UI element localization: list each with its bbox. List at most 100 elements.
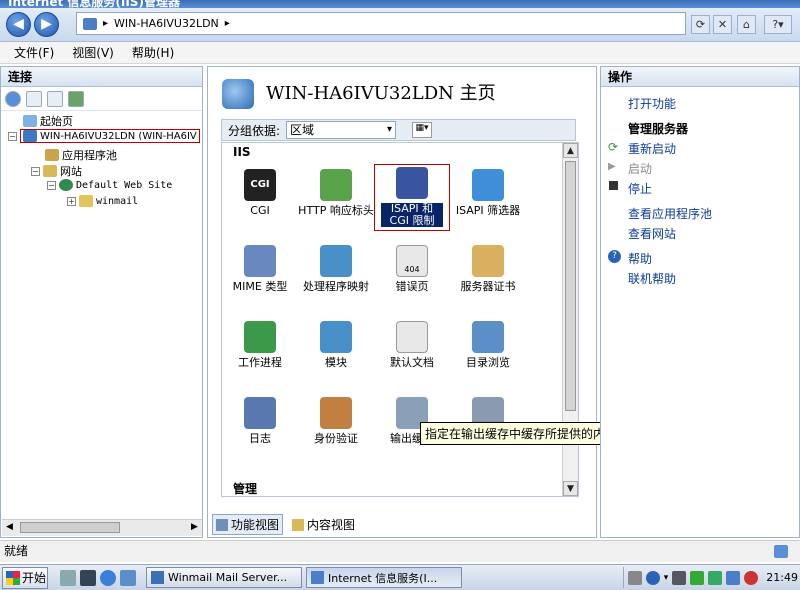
address-box[interactable]: ▸ WIN-HA6IVU32LDN ▸: [76, 12, 686, 35]
server-node-highlight: WIN-HA6IVU32LDN (WIN-HA6IV: [20, 129, 200, 143]
task-iis[interactable]: Internet 信息服务(I...: [306, 567, 462, 588]
feature-item[interactable]: 处理程序映射: [298, 245, 374, 293]
menu-help[interactable]: 帮助(H): [132, 44, 174, 61]
iis-icon: [311, 571, 324, 584]
task-label: Winmail Mail Server...: [168, 571, 288, 584]
tab-content-view[interactable]: 内容视图: [289, 514, 358, 535]
feature-label: 模块: [325, 356, 347, 369]
feature-label: MIME 类型: [232, 280, 288, 293]
feature-item[interactable]: 模块: [298, 321, 374, 369]
show-desktop-icon[interactable]: [80, 569, 96, 586]
feature-label: 身份验证: [314, 432, 358, 445]
collapse-icon[interactable]: −: [31, 166, 40, 176]
system-tray: ▾ 21:49: [622, 567, 798, 588]
tray-expand-icon[interactable]: ▾: [664, 573, 669, 583]
feature-item[interactable]: MIME 类型: [222, 245, 298, 293]
status-bar: 就绪: [0, 540, 800, 562]
view-app-pools-link[interactable]: 查看应用程序池: [628, 205, 712, 222]
feature-item[interactable]: 工作进程: [222, 321, 298, 369]
isapi-cgi-icon: [396, 167, 428, 199]
restart-icon: ⟳: [608, 140, 619, 154]
scroll-up-icon[interactable]: ▲: [563, 143, 578, 158]
server-manager-icon[interactable]: [60, 569, 76, 586]
ie-icon[interactable]: [100, 569, 116, 586]
feature-label: 处理程序映射: [303, 280, 369, 293]
mime-icon: [244, 245, 276, 277]
back-button[interactable]: ◀: [6, 12, 31, 37]
expand-icon[interactable]: +: [67, 196, 76, 206]
scroll-down-icon[interactable]: ▼: [563, 481, 578, 496]
tree-winmail[interactable]: + winmail: [67, 195, 138, 207]
menu-file[interactable]: 文件(F): [14, 44, 54, 61]
feature-item[interactable]: CGI CGI: [222, 169, 298, 217]
feature-item[interactable]: 服务器证书: [450, 245, 526, 293]
help-link[interactable]: 帮助: [628, 250, 652, 267]
task-winmail[interactable]: Winmail Mail Server...: [146, 567, 302, 588]
tree-label: winmail: [96, 195, 139, 207]
view-sites-link[interactable]: 查看网站: [628, 225, 676, 242]
refresh-icon[interactable]: ⟳: [691, 15, 710, 34]
help-tray-icon[interactable]: [645, 570, 660, 585]
network-tray-icon[interactable]: [726, 570, 741, 585]
tree-label: 应用程序池: [62, 149, 117, 162]
status-text: 就绪: [4, 544, 29, 558]
worker-process-icon: [244, 321, 276, 353]
breadcrumb-server[interactable]: WIN-HA6IVU32LDN: [114, 17, 219, 30]
help-dropdown-icon[interactable]: ?▾: [764, 15, 792, 34]
save-icon[interactable]: [26, 90, 42, 107]
horizontal-scrollbar[interactable]: ◀ ▶: [2, 519, 202, 536]
tree-sites[interactable]: − 网站: [31, 163, 82, 179]
home-icon[interactable]: ⌂: [737, 15, 756, 34]
forward-button[interactable]: ▶: [34, 12, 59, 37]
explorer-icon[interactable]: [120, 569, 136, 586]
tree-server[interactable]: − WIN-HA6IVU32LDN (WIN-HA6IV: [8, 129, 200, 143]
restart-link[interactable]: 重新启动: [628, 140, 676, 157]
start-button[interactable]: 开始: [2, 566, 48, 589]
menu-view[interactable]: 视图(V): [72, 44, 114, 61]
feature-label: ISAPI 和 CGI 限制: [381, 203, 443, 227]
collapse-icon[interactable]: −: [47, 180, 56, 190]
scroll-right-icon[interactable]: ▶: [187, 520, 202, 535]
feature-item[interactable]: 身份验证: [298, 397, 374, 445]
stop-icon[interactable]: ✕: [713, 15, 732, 34]
connect-icon[interactable]: [5, 90, 21, 107]
volume-muted-icon[interactable]: [744, 570, 759, 585]
feature-item[interactable]: HTTP 响应标头: [298, 169, 374, 217]
tree-app-pools[interactable]: 应用程序池: [45, 147, 117, 163]
modules-icon: [320, 321, 352, 353]
feature-item[interactable]: 默认文档: [374, 321, 450, 369]
view-mode-icon[interactable]: ▦▾: [412, 122, 433, 138]
up-icon[interactable]: [47, 90, 63, 107]
feature-item[interactable]: 目录浏览: [450, 321, 526, 369]
tree-start-page[interactable]: 起始页: [23, 113, 73, 129]
keyboard-icon[interactable]: [627, 570, 642, 585]
feature-label: CGI: [250, 204, 270, 217]
ime-icon[interactable]: [672, 570, 687, 585]
tree-default-web-site[interactable]: − Default Web Site: [47, 179, 172, 191]
auth-icon: [320, 397, 352, 429]
scroll-thumb[interactable]: [20, 522, 120, 533]
globe-icon: [59, 179, 73, 191]
feature-item[interactable]: ISAPI 筛选器: [450, 169, 526, 217]
connections-title: 连接: [1, 67, 202, 87]
scroll-left-icon[interactable]: ◀: [2, 520, 17, 535]
feature-item[interactable]: 日志: [222, 397, 298, 445]
disconnect-icon[interactable]: [68, 90, 84, 107]
feature-item[interactable]: ISAPI 和 CGI 限制: [374, 164, 450, 231]
tab-features-view[interactable]: 功能视图: [212, 514, 284, 535]
start-link[interactable]: 启动: [628, 160, 652, 177]
manage-server-heading: 管理服务器: [628, 122, 689, 136]
cgi-icon: CGI: [244, 169, 276, 201]
online-help-link[interactable]: 联机帮助: [628, 270, 676, 287]
open-feature-link[interactable]: 打开功能: [628, 95, 676, 112]
feature-item[interactable]: 404 错误页: [374, 245, 450, 293]
feature-label: 日志: [249, 432, 271, 445]
crumb-separator-2: ▸: [224, 18, 230, 29]
collapse-icon[interactable]: −: [8, 131, 17, 141]
stop-link[interactable]: 停止: [628, 180, 652, 197]
mail-tray-icon[interactable]: [690, 570, 705, 585]
handler-icon: [320, 245, 352, 277]
scroll-thumb[interactable]: [565, 161, 576, 411]
security-tray-icon[interactable]: [708, 570, 723, 585]
group-by-select[interactable]: 区域: [286, 121, 397, 139]
